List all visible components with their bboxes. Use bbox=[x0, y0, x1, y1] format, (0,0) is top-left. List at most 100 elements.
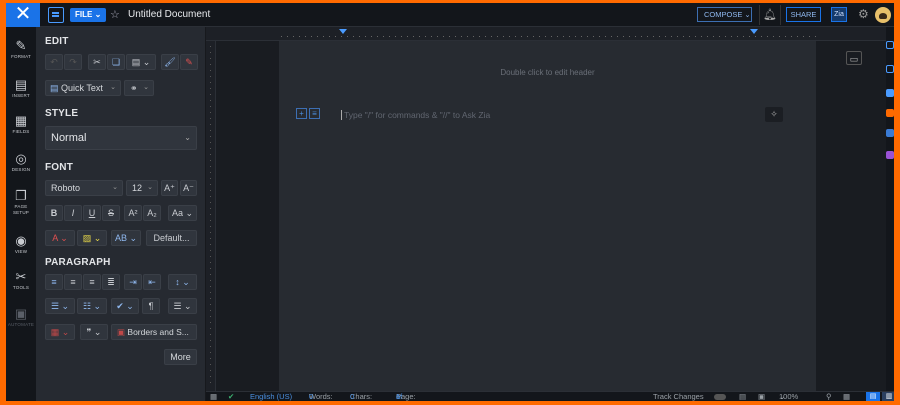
right-rail-item-5-icon[interactable] bbox=[886, 129, 894, 137]
right-rail-item-6-icon[interactable] bbox=[886, 151, 894, 159]
track-changes-toggle[interactable] bbox=[714, 394, 726, 400]
document-title[interactable]: Untitled Document bbox=[128, 9, 210, 20]
numbered-list-button[interactable]: ☷ ⌄ bbox=[77, 298, 107, 314]
header-hint[interactable]: Double click to edit header bbox=[279, 68, 816, 77]
status-grid-icon[interactable]: ▦ bbox=[210, 392, 217, 401]
subscript-icon[interactable]: A₂ bbox=[143, 205, 161, 221]
style-section-title: STYLE bbox=[45, 108, 79, 119]
style-select[interactable]: Normal ⌄ bbox=[45, 126, 197, 150]
borders-icon: ▣ bbox=[117, 327, 126, 337]
bell-icon[interactable]: 🔔︎ bbox=[759, 5, 781, 25]
paragraph-style-button[interactable]: ☰ ⌄ bbox=[168, 298, 197, 314]
increase-indent-icon[interactable]: ⇥ bbox=[124, 274, 142, 290]
change-case-button[interactable]: Aa ⌄ bbox=[168, 205, 197, 221]
quick-text-dropdown[interactable]: ▤ Quick Text ⌄ bbox=[45, 80, 121, 96]
page-view-icon[interactable]: ⚲ bbox=[826, 392, 832, 401]
add-block-icon[interactable]: + bbox=[296, 108, 307, 119]
print-layout-view-button[interactable]: ▤ bbox=[866, 392, 880, 401]
quote-button[interactable]: ❞ ⌄ bbox=[80, 324, 108, 340]
right-rail-item-1-icon[interactable] bbox=[886, 41, 894, 49]
rail-item-view[interactable]: ◉ VIEW bbox=[6, 233, 36, 255]
rail-item-format[interactable]: ✎ FORMAT bbox=[6, 38, 36, 60]
zoom-select[interactable]: 100% ⌄ bbox=[779, 392, 798, 401]
compose-dropdown[interactable]: COMPOSE ⌄ bbox=[697, 7, 752, 22]
decrease-indent-icon[interactable]: ⇤ bbox=[143, 274, 161, 290]
horizontal-ruler[interactable] bbox=[206, 27, 886, 41]
zia-button[interactable]: Zia bbox=[831, 7, 847, 22]
rail-label-view: VIEW bbox=[14, 249, 28, 254]
clear-format-icon[interactable]: ✎ bbox=[180, 54, 198, 70]
layout-icon[interactable]: ▤ bbox=[739, 392, 746, 401]
bold-icon[interactable]: B bbox=[45, 205, 63, 221]
editor-placeholder[interactable]: Type "/" for commands & "//" to Ask Zia bbox=[341, 110, 490, 120]
grow-font-icon[interactable]: A⁺ bbox=[161, 180, 178, 196]
find-dropdown[interactable]: ⚭ ⌄ bbox=[124, 80, 154, 96]
document-page[interactable]: Double click to edit header + ≡ Type "/" … bbox=[279, 41, 816, 391]
strikethrough-icon[interactable]: S bbox=[102, 205, 120, 221]
default-style-button[interactable]: Default... bbox=[146, 230, 197, 246]
words-value: 0 bbox=[309, 392, 314, 401]
paste-button[interactable]: ▤ ⌄ bbox=[126, 54, 156, 70]
chevron-down-icon: ⌄ bbox=[112, 184, 118, 191]
right-rail-item-2-icon[interactable] bbox=[886, 65, 894, 73]
italic-icon[interactable]: I bbox=[64, 205, 82, 221]
star-icon[interactable]: ☆ bbox=[110, 8, 120, 21]
avatar[interactable] bbox=[875, 7, 891, 23]
superscript-icon[interactable]: A² bbox=[124, 205, 142, 221]
magic-wand-icon[interactable]: ✧ bbox=[765, 107, 783, 122]
character-spacing-button[interactable]: AB ⌄ bbox=[111, 230, 141, 246]
right-rail-item-4-icon[interactable] bbox=[886, 109, 894, 117]
spellcheck-icon[interactable]: ✔ bbox=[228, 392, 234, 401]
checklist-button[interactable]: ✔ ⌄ bbox=[111, 298, 139, 314]
font-family-value: Roboto bbox=[51, 183, 81, 193]
highlight-color-button[interactable]: ▨ ⌄ bbox=[77, 230, 107, 246]
eye-icon: ◉ bbox=[15, 233, 27, 248]
bullet-list-button[interactable]: ☰ ⌄ bbox=[45, 298, 75, 314]
line-spacing-button[interactable]: ↕ ⌄ bbox=[168, 274, 197, 290]
font-family-select[interactable]: Roboto ⌄ bbox=[45, 180, 123, 196]
align-right-icon[interactable]: ≡ bbox=[83, 274, 101, 290]
shading-button[interactable]: ▦ ⌄ bbox=[45, 324, 75, 340]
right-rail-item-3-icon[interactable] bbox=[886, 89, 894, 97]
borders-shading-button[interactable]: ▣ Borders and S... bbox=[111, 324, 197, 340]
chevron-down-icon: ⌄ bbox=[147, 184, 153, 191]
rail-item-page-setup[interactable]: ❐ PAGE SETUP bbox=[6, 188, 36, 216]
format-painter-icon[interactable]: 🖌︎ bbox=[161, 54, 179, 70]
align-center-icon[interactable]: ≡ bbox=[64, 274, 82, 290]
font-size-select[interactable]: 12 ⌄ bbox=[126, 180, 158, 196]
align-left-icon[interactable]: ≡ bbox=[45, 274, 63, 290]
underline-icon[interactable]: U bbox=[83, 205, 101, 221]
fit-icon[interactable]: ▣ bbox=[758, 392, 765, 401]
block-menu-icon[interactable]: ≡ bbox=[309, 108, 320, 119]
rail-item-insert[interactable]: ▤ INSERT bbox=[6, 77, 36, 99]
rail-item-fields[interactable]: ▦ FIELDS bbox=[6, 113, 36, 135]
more-button[interactable]: More bbox=[164, 349, 197, 365]
left-indent-marker[interactable] bbox=[339, 29, 347, 34]
rail-item-design[interactable]: ◎ DESIGN bbox=[6, 151, 36, 173]
justify-icon[interactable]: ≣ bbox=[102, 274, 120, 290]
vertical-ruler[interactable] bbox=[206, 41, 216, 391]
copy-icon[interactable]: ❏ bbox=[107, 54, 125, 70]
panel-toggle-icon[interactable]: ▭ bbox=[846, 51, 862, 65]
borders-label: Borders and S... bbox=[127, 327, 189, 337]
shrink-font-icon[interactable]: A⁻ bbox=[180, 180, 197, 196]
grid-view-icon[interactable]: ▦ bbox=[843, 392, 850, 401]
redo-icon[interactable]: ↷ bbox=[64, 54, 82, 70]
font-color-button[interactable]: A ⌄ bbox=[45, 230, 75, 246]
cut-icon[interactable]: ✂ bbox=[88, 54, 106, 70]
undo-icon[interactable]: ↶ bbox=[45, 54, 63, 70]
gear-icon[interactable]: ⚙ bbox=[858, 7, 869, 21]
language-selector[interactable]: English (US) bbox=[250, 392, 292, 401]
rail-label-automate: AUTOMATE bbox=[7, 322, 35, 327]
fields-icon: ▦ bbox=[14, 113, 28, 128]
close-icon[interactable]: ✕ bbox=[6, 3, 40, 27]
rail-item-tools[interactable]: ✂ TOOLS bbox=[6, 269, 36, 291]
pilcrow-icon[interactable]: ¶ bbox=[142, 298, 160, 314]
share-button[interactable]: SHARE bbox=[786, 7, 821, 22]
web-layout-view-button[interactable]: ▥ bbox=[882, 392, 894, 401]
rail-label-tools: TOOLS bbox=[12, 285, 30, 290]
rail-item-automate[interactable]: ▣ AUTOMATE bbox=[6, 306, 36, 328]
binoculars-icon: ⚭ bbox=[130, 83, 138, 93]
file-menu-button[interactable]: FILE ⌄ bbox=[70, 8, 107, 22]
right-indent-marker[interactable] bbox=[750, 29, 758, 34]
